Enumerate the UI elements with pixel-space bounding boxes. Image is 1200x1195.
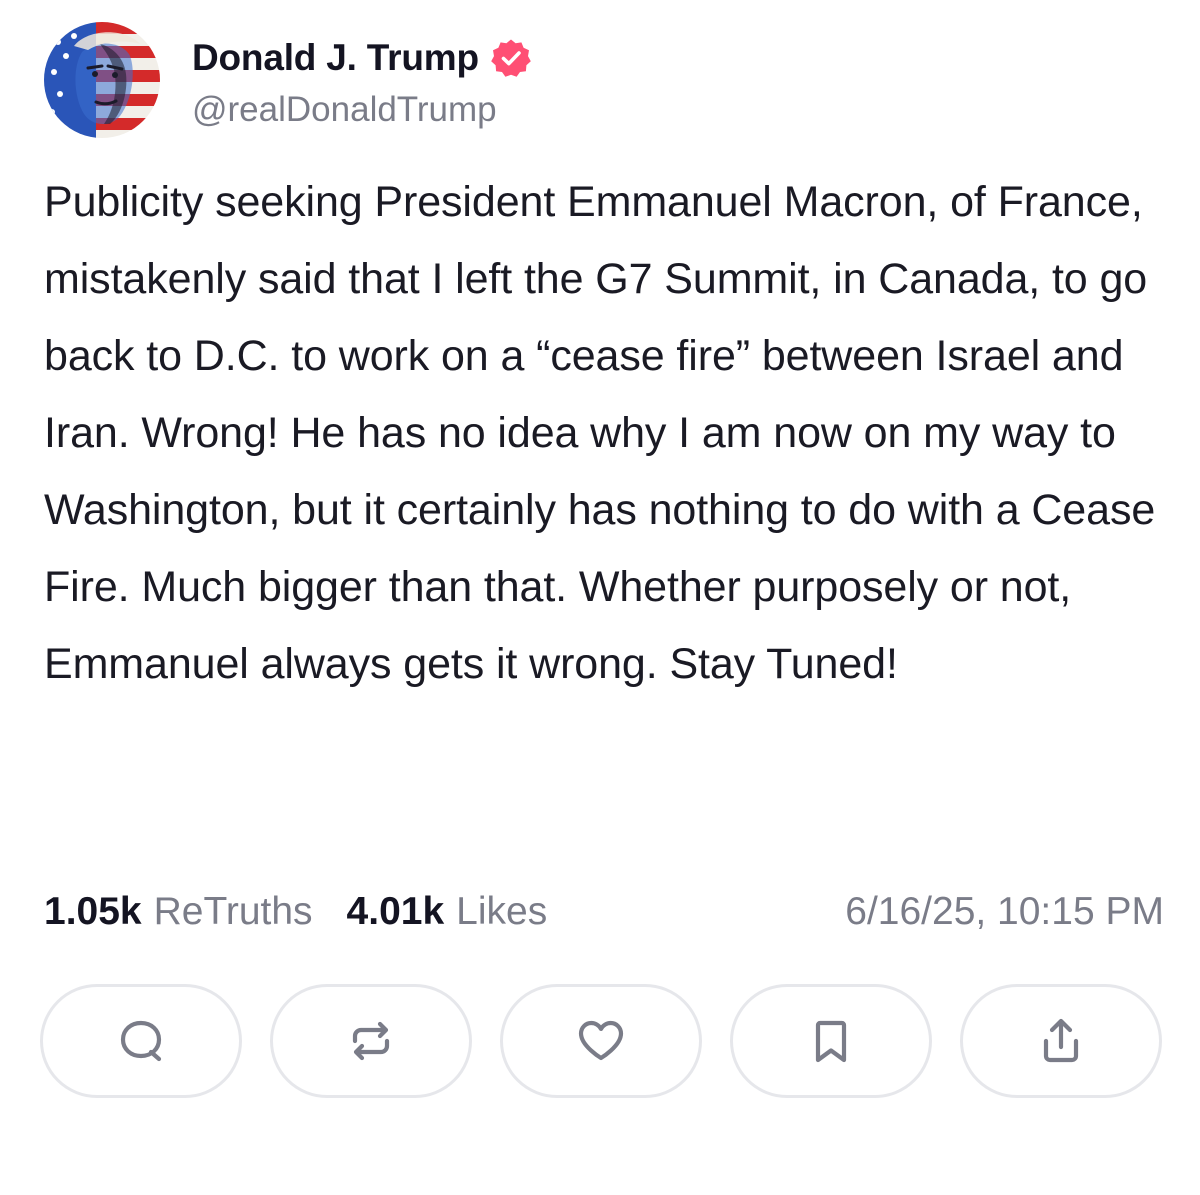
- share-button[interactable]: [960, 984, 1162, 1098]
- retruths-stat[interactable]: 1.05k ReTruths: [44, 890, 313, 934]
- bookmark-button[interactable]: [730, 984, 932, 1098]
- likes-count: 4.01k: [346, 890, 445, 933]
- share-icon: [1043, 1018, 1079, 1063]
- retruth-icon: [352, 1021, 390, 1061]
- like-button[interactable]: [500, 984, 702, 1098]
- author-display-name[interactable]: Donald J. Trump: [192, 37, 479, 79]
- post-body: Publicity seeking President Emmanuel Mac…: [44, 178, 1156, 688]
- author-avatar[interactable]: [44, 22, 160, 138]
- author-handle[interactable]: @realDonaldTrump: [192, 90, 531, 130]
- retruths-label: ReTruths: [153, 890, 313, 933]
- reply-icon: [120, 1020, 162, 1062]
- post-header: Donald J. Trump @realDonaldTrump: [44, 20, 531, 140]
- like-heart-icon: [578, 1020, 624, 1061]
- bookmark-icon: [815, 1020, 847, 1063]
- post-timestamp: 6/16/25, 10:15 PM: [845, 890, 1164, 933]
- action-bar: [40, 984, 1162, 1098]
- flag-portrait-avatar-icon: [44, 22, 160, 138]
- verified-badge-icon: [491, 38, 531, 78]
- post-stats: 1.05k ReTruths 4.01k Likes 6/16/25, 10:1…: [44, 880, 1164, 944]
- retruths-count: 1.05k: [44, 890, 142, 933]
- retruth-button[interactable]: [270, 984, 472, 1098]
- reply-button[interactable]: [40, 984, 242, 1098]
- author-identity: Donald J. Trump @realDonaldTrump: [192, 30, 531, 130]
- likes-stat[interactable]: 4.01k Likes: [347, 890, 548, 934]
- name-row: Donald J. Trump: [192, 30, 531, 86]
- likes-label: Likes: [456, 890, 548, 933]
